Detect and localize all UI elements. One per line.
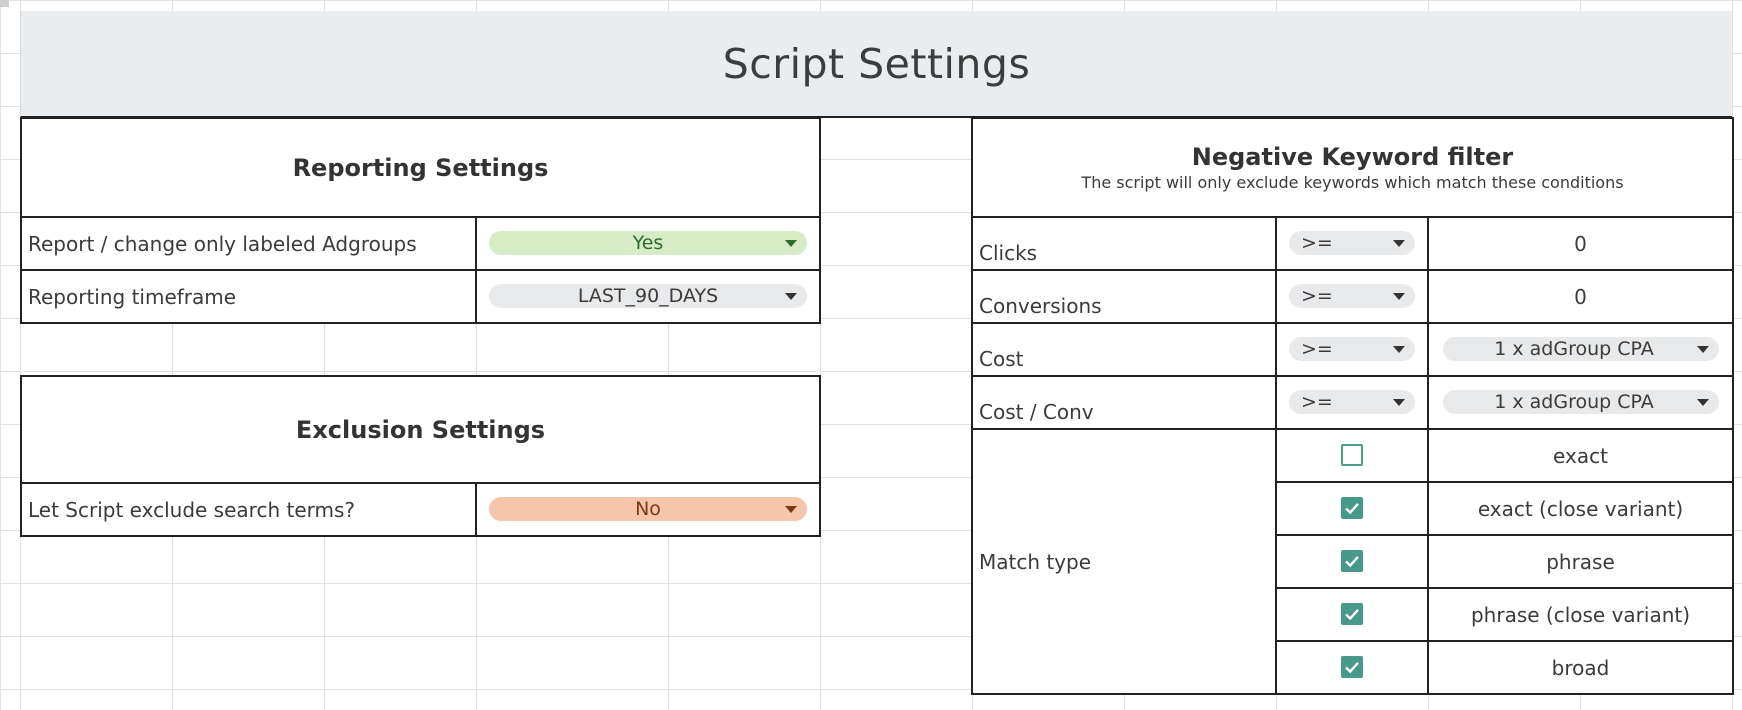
checkmark-icon <box>1345 502 1359 515</box>
match-type-label: Match type <box>973 430 1275 693</box>
match-type-checkbox-cell[interactable] <box>1277 536 1427 587</box>
select-all-corner[interactable] <box>0 0 9 7</box>
operator-cell[interactable]: >= <box>1277 271 1427 322</box>
cost-per-conv-value-dropdown[interactable]: 1 x adGroup CPA <box>1443 390 1719 414</box>
reporting-row-label: Reporting timeframe <box>22 271 475 322</box>
column-divider <box>1427 216 1429 695</box>
dropdown-arrow-icon <box>1393 240 1405 247</box>
row-divider <box>971 428 1734 430</box>
match-type-checkbox-cell[interactable] <box>1277 430 1427 481</box>
exclusion-row-value-cell[interactable]: No <box>477 484 819 535</box>
dropdown-value: 1 x adGroup CPA <box>1494 338 1654 360</box>
match-type-option-label: broad <box>1429 642 1732 693</box>
reporting-row-label: Report / change only labeled Adgroups <box>22 218 475 269</box>
checkbox-exact[interactable] <box>1341 444 1363 466</box>
condition-label: Clicks <box>973 218 1275 269</box>
dropdown-value: >= <box>1301 232 1333 254</box>
negative-keyword-header: Negative Keyword filter The script will … <box>971 117 1734 218</box>
operator-cell[interactable]: >= <box>1277 218 1427 269</box>
match-type-checkbox-cell[interactable] <box>1277 483 1427 534</box>
cost-operator-dropdown[interactable]: >= <box>1289 337 1415 361</box>
row-divider <box>971 269 1734 271</box>
reporting-row-value-cell[interactable]: LAST_90_DAYS <box>477 271 819 322</box>
exclude-search-terms-dropdown[interactable]: No <box>489 497 807 521</box>
exclusion-row-label: Let Script exclude search terms? <box>22 484 475 535</box>
cost-per-conv-operator-dropdown[interactable]: >= <box>1289 390 1415 414</box>
row-divider <box>20 269 821 271</box>
checkbox-phrase-close-variant[interactable] <box>1341 603 1363 625</box>
reporting-settings-header: Reporting Settings <box>20 117 821 218</box>
row-divider <box>971 322 1734 324</box>
checkbox-broad[interactable] <box>1341 656 1363 678</box>
row-divider <box>1275 640 1734 642</box>
dropdown-value: >= <box>1301 391 1333 413</box>
checkmark-icon <box>1345 608 1359 621</box>
dropdown-value: LAST_90_DAYS <box>577 285 719 307</box>
timeframe-dropdown[interactable]: LAST_90_DAYS <box>489 284 807 308</box>
checkmark-icon <box>1345 555 1359 568</box>
dropdown-arrow-icon <box>1393 293 1405 300</box>
dropdown-value: 1 x adGroup CPA <box>1494 391 1654 413</box>
exclusion-settings-header: Exclusion Settings <box>20 375 821 484</box>
operator-cell[interactable]: >= <box>1277 377 1427 428</box>
checkbox-exact-close-variant[interactable] <box>1341 497 1363 519</box>
match-type-option-label: exact (close variant) <box>1429 483 1732 534</box>
column-divider <box>475 216 477 324</box>
dropdown-value: No <box>635 498 661 520</box>
dropdown-arrow-icon <box>1393 399 1405 406</box>
cost-value-dropdown[interactable]: 1 x adGroup CPA <box>1443 337 1719 361</box>
conversions-value[interactable]: 0 <box>1429 271 1732 322</box>
dropdown-arrow-icon <box>1697 399 1709 406</box>
column-divider <box>1275 216 1277 695</box>
condition-label: Conversions <box>973 271 1275 322</box>
row-divider <box>971 375 1734 377</box>
match-type-option-label: phrase <box>1429 536 1732 587</box>
dropdown-arrow-icon <box>785 293 797 300</box>
operator-cell[interactable]: >= <box>1277 324 1427 375</box>
checkmark-icon <box>1345 661 1359 674</box>
negative-keyword-subtitle: The script will only exclude keywords wh… <box>1081 173 1624 192</box>
cost-value-cell[interactable]: 1 x adGroup CPA <box>1429 324 1732 375</box>
dropdown-arrow-icon <box>1393 346 1405 353</box>
dropdown-value: >= <box>1301 285 1333 307</box>
dropdown-arrow-icon <box>785 240 797 247</box>
dropdown-arrow-icon <box>1697 346 1709 353</box>
negative-keyword-title: Negative Keyword filter <box>1191 143 1514 171</box>
dropdown-value: Yes <box>632 232 664 254</box>
labeled-adgroups-dropdown[interactable]: Yes <box>489 231 807 255</box>
reporting-row-value-cell[interactable]: Yes <box>477 218 819 269</box>
column-divider <box>475 482 477 537</box>
condition-label: Cost <box>973 324 1275 375</box>
checkbox-phrase[interactable] <box>1341 550 1363 572</box>
cost-per-conv-value-cell[interactable]: 1 x adGroup CPA <box>1429 377 1732 428</box>
row-divider <box>1275 534 1734 536</box>
conversions-operator-dropdown[interactable]: >= <box>1289 284 1415 308</box>
match-type-option-label: phrase (close variant) <box>1429 589 1732 640</box>
match-type-option-label: exact <box>1429 430 1732 481</box>
page-title: Script Settings <box>20 11 1732 118</box>
dropdown-arrow-icon <box>785 506 797 513</box>
dropdown-value: >= <box>1301 338 1333 360</box>
row-divider <box>1275 587 1734 589</box>
condition-label: Cost / Conv <box>973 377 1275 428</box>
clicks-value[interactable]: 0 <box>1429 218 1732 269</box>
clicks-operator-dropdown[interactable]: >= <box>1289 231 1415 255</box>
row-divider <box>1275 481 1734 483</box>
match-type-checkbox-cell[interactable] <box>1277 589 1427 640</box>
match-type-checkbox-cell[interactable] <box>1277 642 1427 693</box>
